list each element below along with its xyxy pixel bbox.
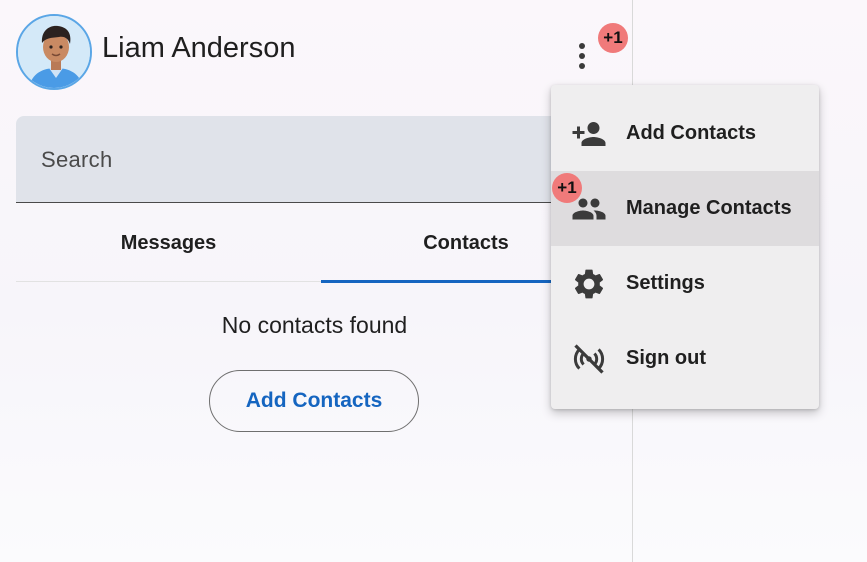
person-add-icon bbox=[572, 121, 606, 146]
manage-contacts-badge: +1 bbox=[552, 173, 582, 203]
menu-item-manage-contacts[interactable]: Manage Contacts bbox=[551, 171, 819, 246]
menu-item-label: Sign out bbox=[626, 347, 706, 369]
add-contacts-button[interactable]: Add Contacts bbox=[209, 370, 419, 432]
tab-bar: Messages Contacts bbox=[16, 204, 611, 283]
dot-icon bbox=[579, 43, 585, 49]
signal-off-icon bbox=[573, 343, 605, 374]
user-name: Liam Anderson bbox=[102, 32, 296, 64]
gear-icon bbox=[574, 269, 604, 298]
menu-item-label: Manage Contacts bbox=[626, 197, 792, 219]
menu-item-settings[interactable]: Settings bbox=[551, 246, 819, 321]
menu-item-add-contacts[interactable]: Add Contacts bbox=[551, 96, 819, 171]
empty-state-message: No contacts found bbox=[221, 312, 408, 338]
tab-messages[interactable]: Messages bbox=[16, 204, 321, 282]
more-menu-button[interactable] bbox=[570, 38, 594, 74]
menu-item-label: Add Contacts bbox=[626, 122, 756, 144]
menu-item-sign-out[interactable]: Sign out bbox=[551, 321, 819, 396]
notification-badge: +1 bbox=[598, 23, 628, 53]
menu-item-label: Settings bbox=[626, 272, 705, 294]
overflow-menu: Add Contacts Manage Contacts +1 Settings… bbox=[551, 85, 819, 409]
dot-icon bbox=[579, 63, 585, 69]
user-avatar-image bbox=[18, 16, 90, 88]
search-field[interactable]: Search bbox=[16, 116, 576, 203]
dot-icon bbox=[579, 53, 585, 59]
search-label: Search bbox=[41, 147, 113, 172]
avatar[interactable] bbox=[16, 14, 92, 90]
